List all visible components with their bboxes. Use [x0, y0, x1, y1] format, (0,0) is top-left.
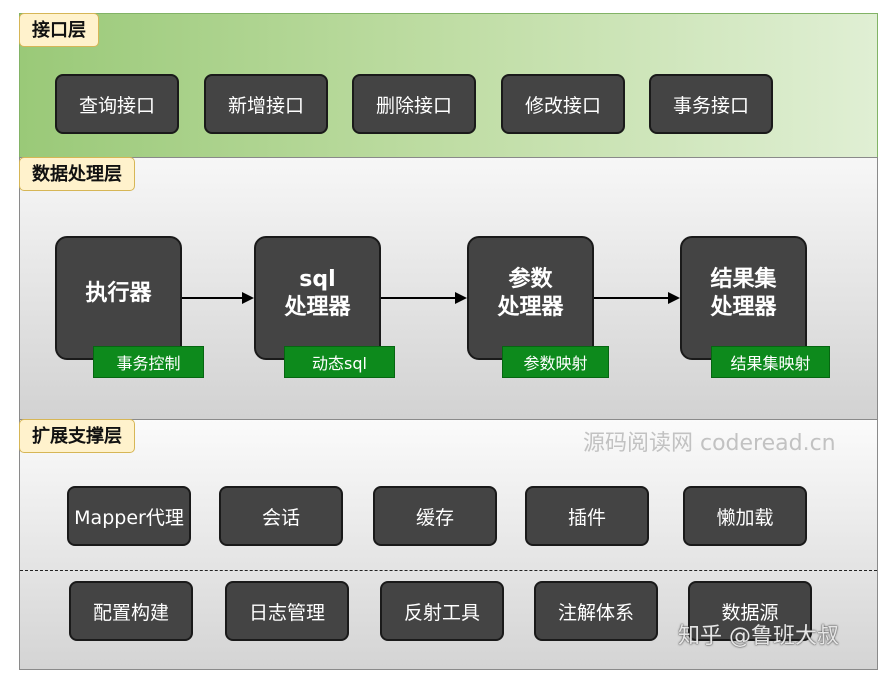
parameter-processor-title-line1: 参数	[508, 267, 553, 292]
parameter-processor-title-line2: 处理器	[497, 295, 564, 320]
dynamic-sql-tag: 动态sql	[284, 346, 395, 378]
interface-layer-label: 接口层	[19, 13, 99, 47]
log-management-box: 日志管理	[225, 581, 349, 641]
extension-layer-label: 扩展支撑层	[19, 419, 135, 453]
lazy-loading-box: 懒加载	[683, 486, 807, 546]
executor-box: 执行器	[55, 236, 182, 360]
arrow-parameter-to-resultset	[594, 292, 680, 304]
data-processing-layer-label: 数据处理层	[19, 157, 135, 191]
transaction-interface-box: 事务接口	[649, 74, 773, 134]
interface-layer: 接口层 查询接口 新增接口 删除接口 修改接口 事务接口	[19, 13, 878, 158]
site-watermark: 源码阅读网 coderead.cn	[583, 431, 836, 456]
parameter-mapping-tag: 参数映射	[502, 346, 609, 378]
resultset-mapping-tag: 结果集映射	[711, 346, 830, 378]
delete-interface-box: 删除接口	[352, 74, 476, 134]
query-interface-box: 查询接口	[55, 74, 179, 134]
insert-interface-box: 新增接口	[204, 74, 328, 134]
sql-processor-box: sql 处理器	[254, 236, 381, 360]
data-processing-layer: 数据处理层 执行器 事务控制 sql 处理器 动态sql 参数 处理器 参数映射…	[19, 157, 878, 420]
annotation-system-box: 注解体系	[534, 581, 658, 641]
row-divider	[20, 570, 877, 571]
resultset-processor-title-line2: 处理器	[710, 295, 777, 320]
transaction-control-tag: 事务控制	[93, 346, 204, 378]
resultset-processor-title-line1: 结果集	[710, 267, 777, 292]
executor-title: 执行器	[85, 281, 152, 306]
resultset-processor-box: 结果集 处理器	[680, 236, 807, 360]
mapper-proxy-box: Mapper代理	[67, 486, 191, 546]
config-builder-box: 配置构建	[69, 581, 193, 641]
zhihu-watermark: 知乎 @鲁班大叔	[678, 624, 839, 649]
session-box: 会话	[219, 486, 343, 546]
update-interface-box: 修改接口	[501, 74, 625, 134]
arrow-executor-to-sql	[182, 292, 254, 304]
sql-processor-title-line2: 处理器	[284, 295, 351, 320]
parameter-processor-box: 参数 处理器	[467, 236, 594, 360]
sql-processor-title-line1: sql	[299, 267, 336, 292]
cache-box: 缓存	[373, 486, 497, 546]
plugin-box: 插件	[525, 486, 649, 546]
reflection-tools-box: 反射工具	[380, 581, 504, 641]
arrow-sql-to-parameter	[381, 292, 467, 304]
